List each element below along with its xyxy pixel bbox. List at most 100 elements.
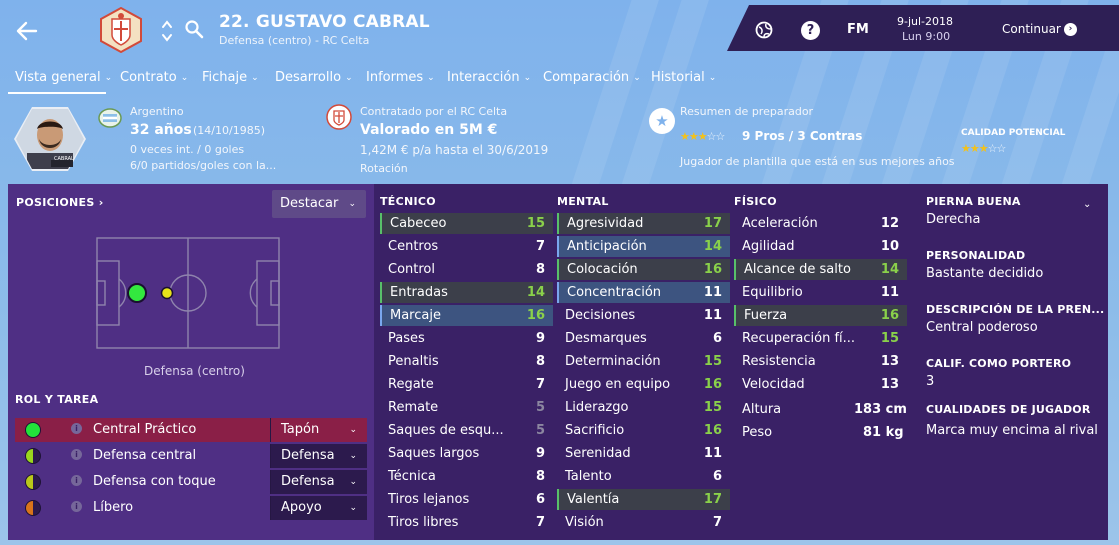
- role-row[interactable]: i Defensa con toque Defensa ⌄: [15, 470, 367, 494]
- attribute-row[interactable]: Control 8: [380, 259, 553, 280]
- attribute-name: Agilidad: [742, 239, 795, 254]
- attribute-row[interactable]: Resistencia 13: [734, 351, 907, 372]
- duty-label: Tapón: [281, 422, 320, 437]
- attribute-value: 7: [712, 515, 722, 530]
- attribute-row[interactable]: Juego en equipo 16: [557, 374, 730, 395]
- attribute-row[interactable]: Sacrificio 16: [557, 420, 730, 441]
- tab-comparison[interactable]: Comparación ⌄: [543, 70, 641, 85]
- attribute-row[interactable]: Regate 7: [380, 374, 553, 395]
- attribute-value: 5: [535, 400, 545, 415]
- duty-dropdown[interactable]: Apoyo ⌄: [270, 496, 367, 520]
- role-name: Defensa central: [93, 448, 197, 463]
- duty-dropdown[interactable]: Defensa ⌄: [270, 470, 367, 494]
- attribute-value: 11: [703, 446, 722, 461]
- attribute-row[interactable]: Concentración 11: [557, 282, 730, 303]
- attribute-row[interactable]: Valentía 17: [557, 489, 730, 510]
- duty-dropdown[interactable]: Tapón ⌄: [270, 418, 367, 442]
- attribute-row[interactable]: Desmarques 6: [557, 328, 730, 349]
- tab-contract[interactable]: Contrato ⌄: [120, 70, 188, 85]
- attribute-row[interactable]: Colocación 16: [557, 259, 730, 280]
- tab-transfer[interactable]: Fichaje ⌄: [202, 70, 259, 85]
- attribute-row[interactable]: Agilidad 10: [734, 236, 907, 257]
- attribute-row[interactable]: Anticipación 14: [557, 236, 730, 257]
- attribute-row[interactable]: Visión 7: [557, 512, 730, 533]
- role-name: Central Práctico: [93, 422, 197, 437]
- attribute-row[interactable]: Centros 7: [380, 236, 553, 257]
- attribute-value: 9: [535, 446, 545, 461]
- tab-label: Informes: [366, 70, 424, 85]
- tab-development[interactable]: Desarrollo ⌄: [275, 70, 353, 85]
- search-icon[interactable]: [184, 19, 204, 39]
- weight-value: 81 kg: [863, 425, 904, 440]
- chevron-down-icon[interactable]: ⌄: [1083, 199, 1091, 210]
- attribute-row[interactable]: Velocidad 13: [734, 374, 907, 395]
- tab-interaction[interactable]: Interacción ⌄: [447, 70, 531, 85]
- attribute-row[interactable]: Entradas 14: [380, 282, 553, 303]
- attribute-row[interactable]: Talento 6: [557, 466, 730, 487]
- attribute-value: 15: [880, 331, 899, 346]
- info-icon[interactable]: i: [71, 475, 82, 486]
- attribute-row[interactable]: Alcance de salto 14: [734, 259, 907, 280]
- fm-menu-button[interactable]: FM: [847, 22, 869, 37]
- attribute-row[interactable]: Agresividad 17: [557, 213, 730, 234]
- continue-button[interactable]: Continuar: [1002, 22, 1061, 36]
- continue-arrow-icon[interactable]: ›: [1064, 23, 1077, 36]
- role-row[interactable]: i Defensa central Defensa ⌄: [15, 444, 367, 468]
- info-icon[interactable]: i: [71, 423, 82, 434]
- tab-history[interactable]: Historial ⌄: [651, 70, 716, 85]
- chevron-down-icon: ⌄: [349, 425, 357, 435]
- chevron-down-icon: ⌄: [633, 73, 641, 83]
- attribute-row[interactable]: Pases 9: [380, 328, 553, 349]
- attribute-row[interactable]: Liderazgo 15: [557, 397, 730, 418]
- potential-ability-stars: ★★★☆☆: [961, 142, 1006, 155]
- tab-label: Interacción: [447, 70, 520, 85]
- attribute-row[interactable]: Cabeceo 15: [380, 213, 553, 234]
- player-avatar[interactable]: [13, 105, 87, 173]
- back-arrow-icon[interactable]: [14, 18, 40, 44]
- attribute-name: Sacrificio: [565, 423, 625, 438]
- attribute-row[interactable]: Saques largos 9: [380, 443, 553, 464]
- attribute-row[interactable]: Saques de esqu... 5: [380, 420, 553, 441]
- tab-label: Comparación: [543, 70, 630, 85]
- info-icon[interactable]: i: [71, 501, 82, 512]
- attribute-name: Colocación: [567, 262, 638, 277]
- attribute-row[interactable]: Penaltis 8: [380, 351, 553, 372]
- attribute-row[interactable]: Fuerza 16: [734, 305, 907, 326]
- attribute-name: Liderazgo: [565, 400, 629, 415]
- attribute-row[interactable]: Tiros libres 7: [380, 512, 553, 533]
- attribute-row[interactable]: Marcaje 16: [380, 305, 553, 326]
- attribute-row[interactable]: Equilibrio 11: [734, 282, 907, 303]
- prev-next-player-icon[interactable]: [160, 17, 174, 45]
- physical-title: FÍSICO: [734, 195, 777, 208]
- attribute-value: 13: [880, 354, 899, 369]
- attribute-row[interactable]: Recuperación fí... 15: [734, 328, 907, 349]
- help-icon[interactable]: ?: [801, 21, 820, 40]
- attribute-name: Pases: [388, 331, 425, 346]
- attribute-row[interactable]: Tiros lejanos 6: [380, 489, 553, 510]
- personality-value: Bastante decidido: [926, 266, 1044, 281]
- attribute-value: 11: [703, 308, 722, 323]
- attribute-name: Equilibrio: [742, 285, 803, 300]
- positions-title[interactable]: POSICIONES ›: [16, 196, 104, 209]
- attribute-name: Cabeceo: [390, 216, 447, 231]
- role-row[interactable]: i Líbero Apoyo ⌄: [15, 496, 367, 520]
- tab-overview[interactable]: Vista general ⌄: [15, 70, 112, 85]
- attribute-row[interactable]: Técnica 8: [380, 466, 553, 487]
- weight-label: Peso: [742, 425, 773, 440]
- current-date: 9-jul-2018: [897, 15, 954, 28]
- role-row[interactable]: i Central Práctico Tapón ⌄: [15, 418, 367, 442]
- attribute-row[interactable]: Serenidad 11: [557, 443, 730, 464]
- attribute-value: 16: [703, 262, 722, 277]
- attribute-value: 15: [703, 354, 722, 369]
- highlight-dropdown[interactable]: Destacar ⌄: [272, 190, 366, 218]
- attribute-row[interactable]: Aceleración 12: [734, 213, 907, 234]
- attribute-row[interactable]: Decisiones 11: [557, 305, 730, 326]
- info-icon[interactable]: i: [71, 449, 82, 460]
- attribute-row[interactable]: Remate 5: [380, 397, 553, 418]
- duty-dropdown[interactable]: Defensa ⌄: [270, 444, 367, 468]
- world-ball-icon[interactable]: [755, 21, 773, 39]
- coach-report-title: Resumen de preparador: [680, 105, 814, 118]
- attribute-name: Aceleración: [742, 216, 818, 231]
- attribute-row[interactable]: Determinación 15: [557, 351, 730, 372]
- tab-reports[interactable]: Informes ⌄: [366, 70, 435, 85]
